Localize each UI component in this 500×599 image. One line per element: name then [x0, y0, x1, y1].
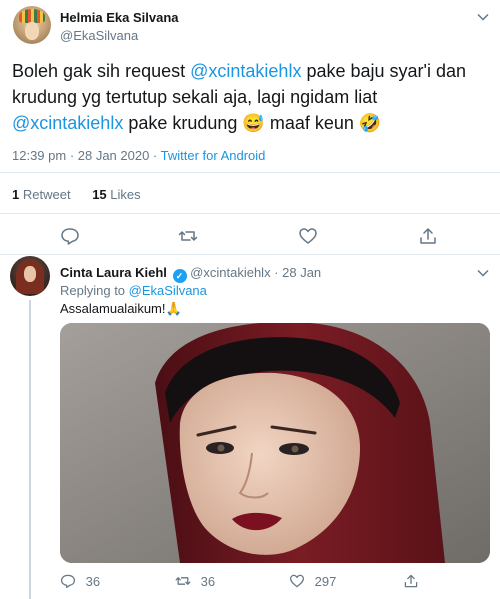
- tweet-text-part: maaf keun: [264, 113, 359, 133]
- replying-to: Replying to @EkaSilvana: [60, 283, 207, 298]
- thread-line: [29, 300, 31, 599]
- reply-author-name[interactable]: Cinta Laura Kiehl: [60, 265, 167, 280]
- rofl-emoji: 🤣: [358, 113, 382, 133]
- reply-icon[interactable]: [60, 226, 80, 246]
- author-avatar[interactable]: [13, 6, 51, 44]
- avatar-face: [25, 22, 39, 40]
- divider: [0, 254, 500, 255]
- divider: [0, 213, 500, 214]
- avatar-face: [24, 266, 36, 282]
- divider: [0, 172, 500, 173]
- heart-icon[interactable]: [298, 226, 318, 246]
- retweet-count: 36: [200, 574, 216, 589]
- share-icon[interactable]: [403, 573, 419, 589]
- reply-photo[interactable]: [60, 323, 490, 563]
- reply-text: Assalamualaikum!🙏: [60, 301, 182, 316]
- tweet-meta: 12:39 pm · 28 Jan 2020 · Twitter for And…: [12, 148, 265, 163]
- like-count: 297: [314, 574, 337, 589]
- author-handle[interactable]: @EkaSilvana: [60, 28, 138, 43]
- tweet-timestamp[interactable]: 12:39 pm · 28 Jan 2020 ·: [12, 148, 161, 163]
- verified-badge-icon: ✓: [172, 269, 187, 283]
- retweet-label[interactable]: Retweet: [23, 187, 71, 202]
- retweet-count[interactable]: 1: [12, 187, 19, 202]
- tweet-text-part: Boleh gak sih request: [12, 61, 191, 81]
- reply-icon: [60, 574, 76, 589]
- chevron-down-icon[interactable]: [476, 10, 490, 27]
- reply-action-retweet[interactable]: 36: [175, 573, 215, 589]
- retweet-icon[interactable]: [178, 226, 198, 246]
- retweet-icon: [175, 577, 191, 585]
- mention-link[interactable]: @xcintakiehlx: [12, 113, 123, 133]
- tweet-text-part: pake krudung: [123, 113, 243, 133]
- mention-link[interactable]: @xcintakiehlx: [190, 61, 301, 81]
- tweet-stats: 1 Retweet 15 Likes: [12, 187, 141, 202]
- tweet-source[interactable]: Twitter for Android: [161, 148, 266, 163]
- tweet-text: Boleh gak sih request @xcintakiehlx pake…: [12, 58, 492, 136]
- likes-count[interactable]: 15: [92, 187, 106, 202]
- reply-count: 36: [85, 574, 101, 589]
- chevron-down-icon[interactable]: [476, 266, 490, 283]
- reply-action-like[interactable]: 297: [289, 573, 336, 589]
- reply-author-line: Cinta Laura Kiehl ✓ @xcintakiehlx · 28 J…: [60, 265, 321, 283]
- author-name[interactable]: Helmia Eka Silvana: [60, 10, 179, 25]
- share-icon[interactable]: [418, 226, 438, 246]
- reply-author-avatar[interactable]: [10, 256, 50, 296]
- heart-icon: [289, 574, 305, 588]
- replying-prefix: Replying to: [60, 283, 129, 298]
- avatar-headdress: [19, 9, 45, 23]
- replying-to-link[interactable]: @EkaSilvana: [129, 283, 207, 298]
- sweat-smile-emoji: 😅: [242, 113, 265, 133]
- likes-label[interactable]: Likes: [110, 187, 140, 202]
- reply-author-handle[interactable]: @xcintakiehlx · 28 Jan: [190, 265, 321, 280]
- reply-action-reply[interactable]: 36: [60, 573, 100, 589]
